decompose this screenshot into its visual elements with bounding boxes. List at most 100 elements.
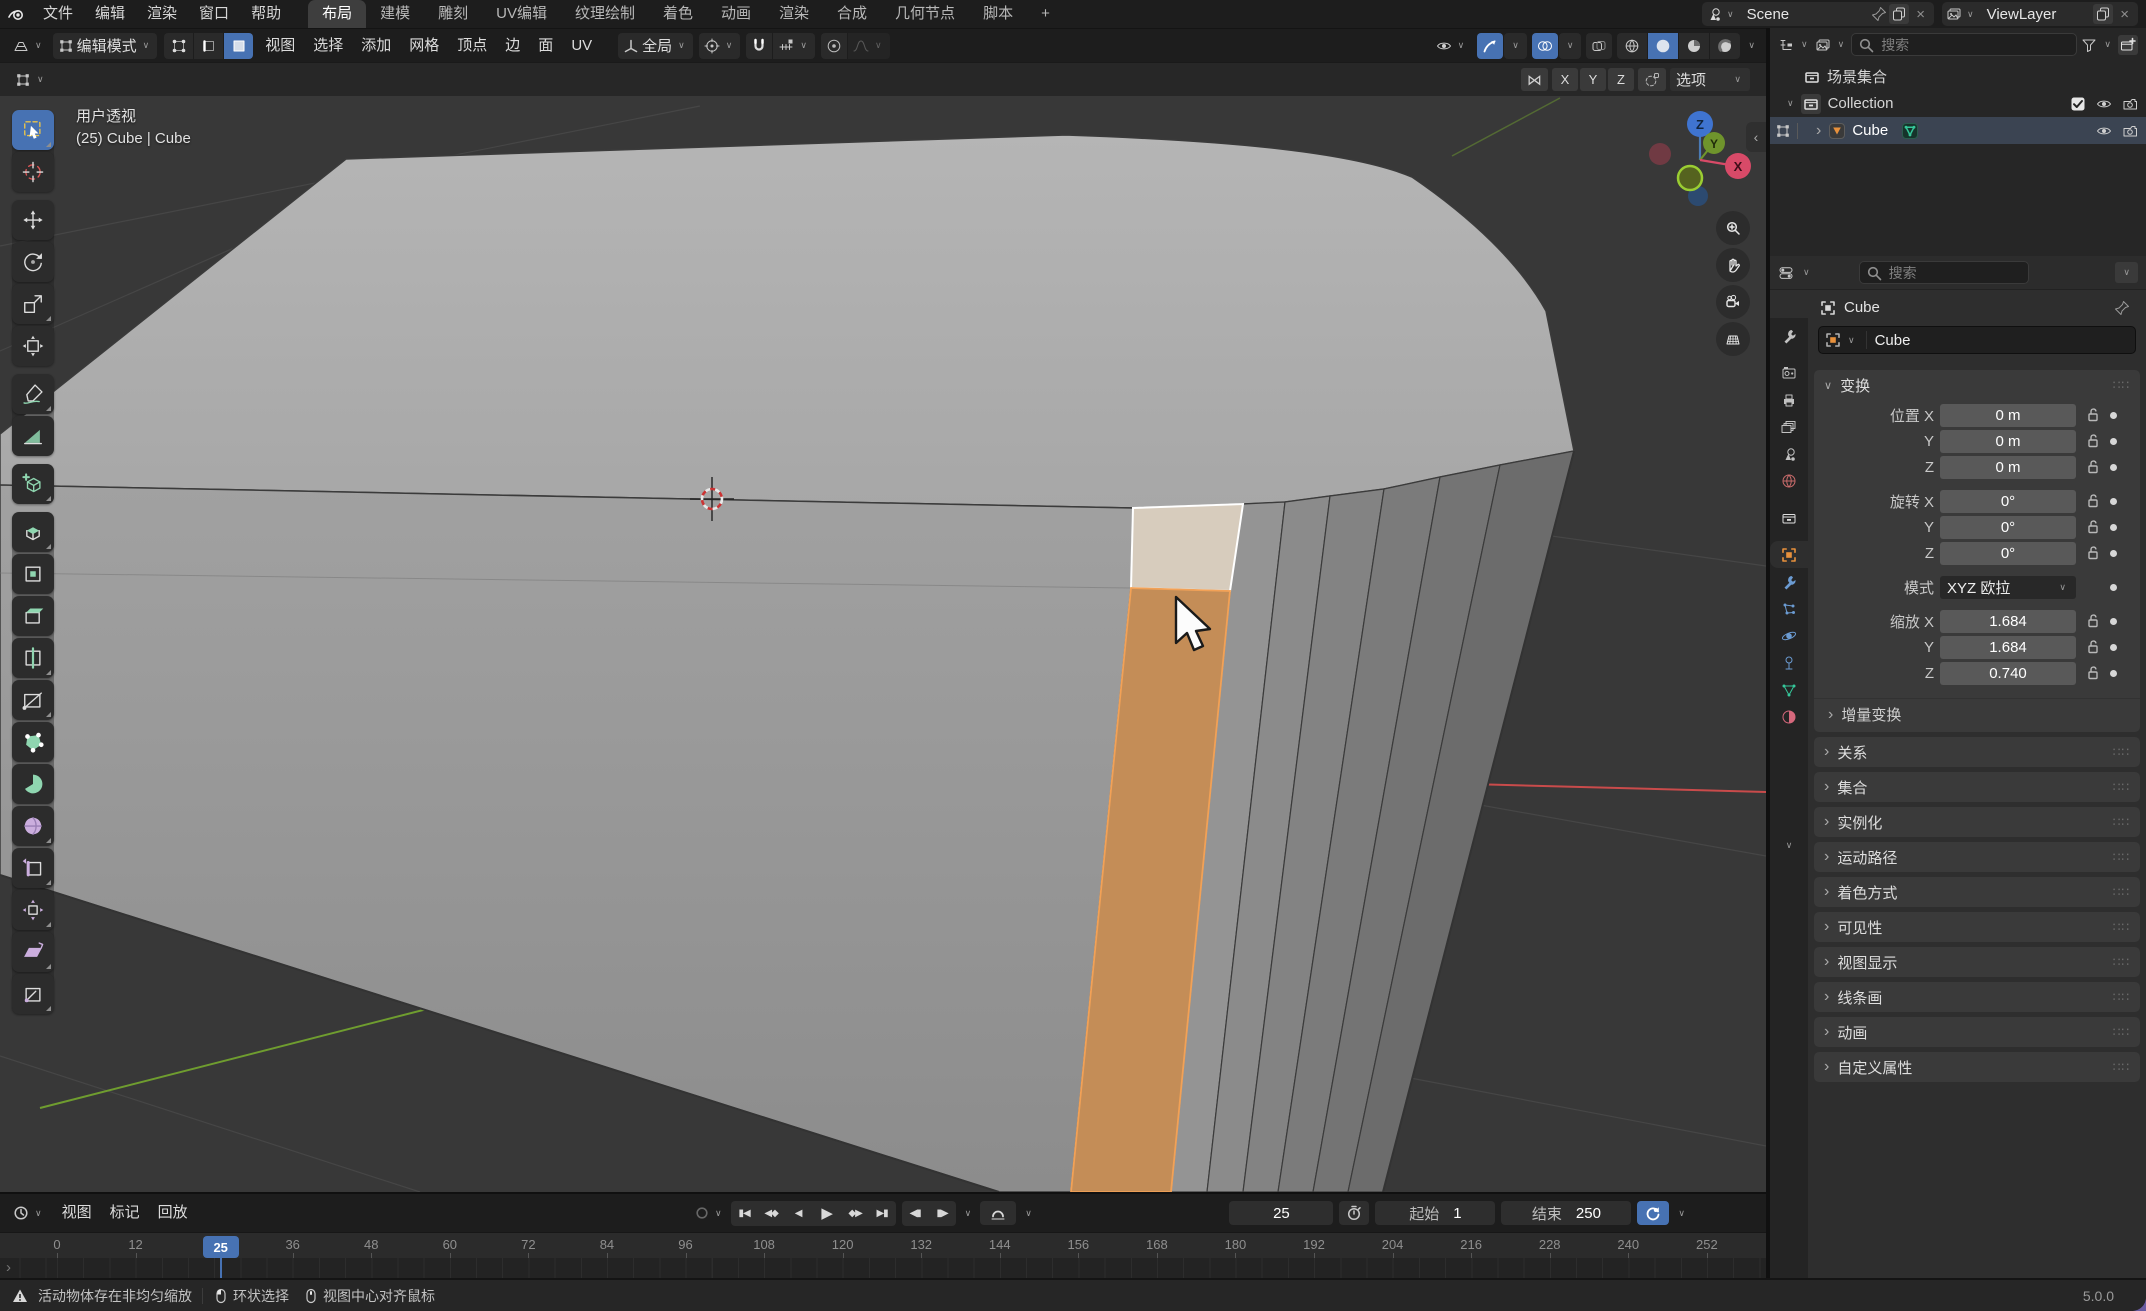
workspace-tab[interactable]: 脚本: [969, 0, 1027, 28]
gizmos-toggle[interactable]: [1477, 33, 1503, 59]
scene-selector[interactable]: Scene: [1702, 2, 1934, 26]
lock-open-icon[interactable]: [2082, 407, 2104, 423]
animate-dot-icon[interactable]: [2110, 550, 2117, 557]
tabs-overflow-chevron-icon[interactable]: [1783, 840, 1796, 851]
tool-knife[interactable]: [12, 680, 54, 720]
current-frame-field[interactable]: 25: [1229, 1201, 1333, 1225]
tool-extrude-region[interactable]: [12, 512, 54, 552]
number-field[interactable]: 0 m: [1940, 456, 2076, 479]
tab-object-data[interactable]: [1770, 676, 1808, 703]
frame-forward-button[interactable]: ▮▶: [929, 1201, 956, 1226]
axis-ball-neg-y[interactable]: [1678, 166, 1702, 190]
animate-dot-icon[interactable]: [2110, 498, 2117, 505]
editor-type-button[interactable]: [8, 33, 50, 59]
animate-dot-icon[interactable]: [2110, 524, 2117, 531]
number-field[interactable]: 0 m: [1940, 430, 2076, 453]
record-icon[interactable]: [694, 1205, 710, 1221]
snap-target-dropdown[interactable]: [773, 33, 815, 59]
preview-range-button[interactable]: [1339, 1201, 1369, 1225]
number-field[interactable]: 0 m: [1940, 404, 2076, 427]
active-tool-dropdown[interactable]: [10, 67, 52, 93]
select-mode-vertex[interactable]: [164, 33, 193, 59]
ortho-toggle-button[interactable]: [1716, 322, 1750, 356]
shading-rendered-button[interactable]: [1710, 33, 1740, 59]
shading-wireframe-button[interactable]: [1617, 33, 1647, 59]
tool-move[interactable]: [12, 200, 54, 240]
copy-icon[interactable]: [2093, 4, 2113, 24]
shading-material-button[interactable]: [1679, 33, 1709, 59]
tab-particles[interactable]: [1770, 595, 1808, 622]
scene-3d[interactable]: [0, 96, 1766, 1192]
timeline-snap-button[interactable]: [980, 1201, 1016, 1225]
drag-grip-icon[interactable]: [2113, 885, 2130, 899]
animate-dot-icon[interactable]: [2110, 670, 2117, 677]
tool-edge-slide[interactable]: [12, 848, 54, 888]
pin-icon[interactable]: [2114, 300, 2130, 316]
transform-panel-header[interactable]: 变换: [1814, 370, 2140, 400]
delta-transform-panel-header[interactable]: 增量变换: [1814, 698, 2140, 732]
tool-shear[interactable]: [12, 932, 54, 972]
tab-constraints[interactable]: [1770, 649, 1808, 676]
snap-toggle[interactable]: [746, 33, 772, 59]
panel-header[interactable]: 动画: [1814, 1017, 2140, 1047]
pin-icon[interactable]: [1871, 6, 1887, 22]
viewport-menu-item[interactable]: 视图: [256, 33, 304, 59]
properties-search[interactable]: [1859, 261, 2029, 284]
number-field[interactable]: 0°: [1940, 542, 2076, 565]
tool-select-box[interactable]: [12, 110, 54, 150]
playhead[interactable]: 25: [203, 1236, 239, 1258]
viewport-menu-item[interactable]: 面: [529, 33, 562, 59]
workspace-tab[interactable]: 渲染: [765, 0, 823, 28]
close-icon[interactable]: [1911, 6, 1930, 23]
tab-physics[interactable]: [1770, 622, 1808, 649]
workspace-tab[interactable]: 几何节点: [881, 0, 969, 28]
tool-measure[interactable]: [12, 416, 54, 456]
panel-header[interactable]: 关系: [1814, 737, 2140, 767]
menu-item[interactable]: 窗口: [188, 0, 240, 28]
pivot-dropdown[interactable]: [699, 33, 741, 59]
jump-start-button[interactable]: ▮◀: [731, 1201, 758, 1226]
tool-scale[interactable]: [12, 284, 54, 324]
next-keyframe-button[interactable]: ◆▶: [842, 1201, 869, 1226]
chevron-down-icon[interactable]: [1745, 40, 1758, 51]
properties-search-input[interactable]: [1887, 264, 2022, 282]
number-field[interactable]: 1.684: [1940, 610, 2076, 633]
animate-dot-icon[interactable]: [2110, 438, 2117, 445]
workspace-tab[interactable]: 雕刻: [424, 0, 482, 28]
cube-front-face[interactable]: [0, 485, 1133, 1192]
drag-grip-icon[interactable]: [2113, 780, 2130, 794]
play-reverse-button[interactable]: ◀: [785, 1201, 812, 1226]
drag-grip-icon[interactable]: [2113, 1025, 2130, 1039]
add-workspace-button[interactable]: +: [1027, 0, 1064, 28]
active-face[interactable]: [1131, 504, 1243, 591]
animate-dot-icon[interactable]: [2110, 618, 2117, 625]
outliner-row-cube[interactable]: Cube: [1770, 117, 2146, 144]
drag-grip-icon[interactable]: [2113, 920, 2130, 934]
mirror-toggle[interactable]: [1521, 68, 1548, 91]
number-field[interactable]: 0°: [1940, 516, 2076, 539]
viewport-menu-item[interactable]: 顶点: [448, 33, 496, 59]
panel-header[interactable]: 线条画: [1814, 982, 2140, 1012]
mode-dropdown[interactable]: 编辑模式: [53, 33, 158, 59]
outliner-search[interactable]: [1851, 33, 2077, 56]
filter-icon[interactable]: [2081, 37, 2097, 53]
frame-start-field[interactable]: 起始 1: [1375, 1201, 1495, 1225]
outliner-search-input[interactable]: [1879, 36, 2070, 54]
tool-inset-faces[interactable]: [12, 554, 54, 594]
jump-end-button[interactable]: ▶▮: [869, 1201, 896, 1226]
play-button[interactable]: ▶: [812, 1201, 842, 1226]
animate-dot-icon[interactable]: [2110, 644, 2117, 651]
properties-options-icon[interactable]: [2115, 262, 2138, 283]
timeline-menu-item[interactable]: 回放: [149, 1200, 197, 1226]
drag-grip-icon[interactable]: [2113, 745, 2130, 759]
pan-button[interactable]: [1716, 248, 1750, 282]
workspace-tab[interactable]: 建模: [366, 0, 424, 28]
expand-chevron-icon[interactable]: [1784, 98, 1797, 109]
options-dropdown[interactable]: 选项: [1670, 68, 1750, 91]
outliner-display-mode-icon[interactable]: [1778, 37, 1794, 53]
lock-open-icon[interactable]: [2082, 433, 2104, 449]
panel-header[interactable]: 着色方式: [1814, 877, 2140, 907]
eye-icon[interactable]: [2096, 96, 2112, 112]
menu-item[interactable]: 文件: [32, 0, 84, 28]
viewport-menu-item[interactable]: 边: [496, 33, 529, 59]
